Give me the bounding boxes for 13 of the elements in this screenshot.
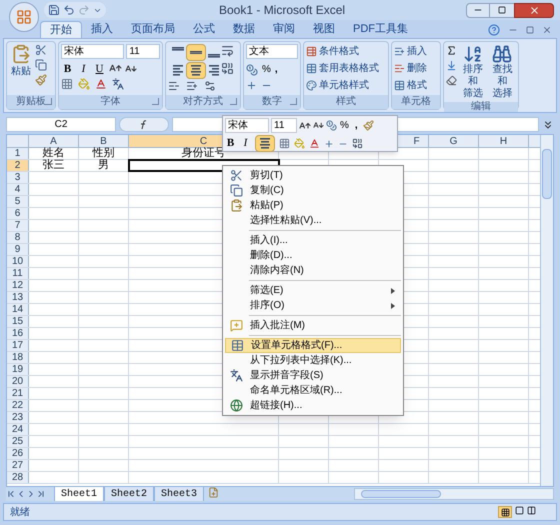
group-label: 字体	[100, 97, 120, 107]
group-label: 样式	[336, 97, 356, 107]
window-title: Book1 - Microsoft Excel	[219, 2, 346, 19]
group-label: 剪贴板	[16, 97, 46, 107]
group-label: 数字	[262, 97, 282, 107]
cell-text: 性别	[92, 148, 114, 159]
group-label: 编辑	[471, 102, 491, 112]
group-label: 单元格	[401, 97, 431, 107]
cell-text: 男	[98, 160, 109, 171]
cell-text: 姓名	[42, 148, 64, 159]
cell-text: 张三	[42, 160, 64, 171]
status-text: 就绪	[10, 506, 30, 520]
group-label: 对齐方式	[183, 97, 223, 107]
